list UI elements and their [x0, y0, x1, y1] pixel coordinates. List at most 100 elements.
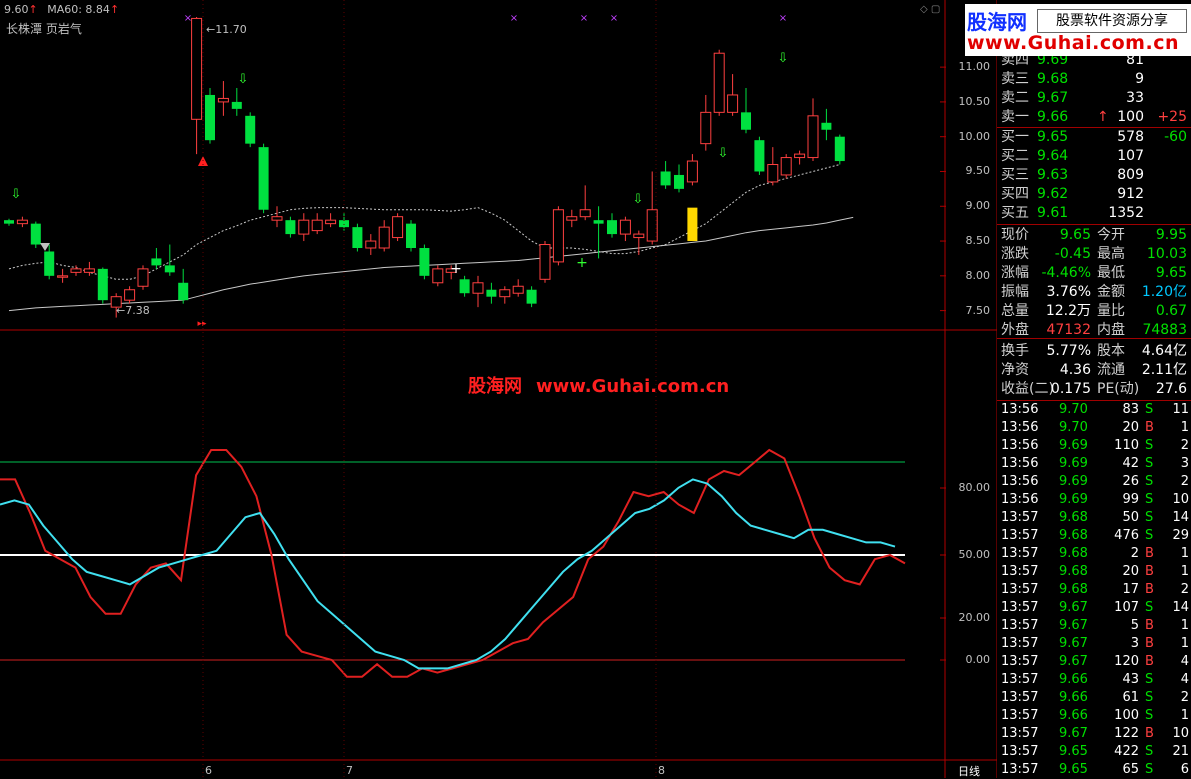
tick-row[interactable]: 13:57 9.67 107 S 14: [997, 599, 1191, 617]
candle-body: [552, 209, 564, 263]
tick-time: 13:57: [1001, 564, 1039, 579]
ask-label: 卖一: [1001, 109, 1029, 125]
tick-row[interactable]: 13:56 9.69 110 S 2: [997, 437, 1191, 455]
tick-count: 21: [1172, 744, 1189, 759]
tick-price: 9.68: [1059, 510, 1088, 525]
candle-body: [164, 265, 175, 273]
quote-row: 收益(二) 0.175 PE(动) 27.6: [997, 380, 1191, 399]
tick-row[interactable]: 13:57 9.66 43 S 4: [997, 671, 1191, 689]
tick-time: 13:57: [1001, 636, 1039, 651]
candle-body: [57, 275, 69, 278]
quote-row: 振幅 3.76% 金额 1.20亿: [997, 283, 1191, 302]
candle: [566, 209, 578, 228]
tick-row[interactable]: 13:57 9.68 50 S 14: [997, 509, 1191, 527]
watermark-url: www.Guhai.com.cn: [536, 376, 730, 397]
candle-body: [512, 285, 524, 294]
tick-row[interactable]: 13:57 9.67 120 B 4: [997, 653, 1191, 671]
candle-body: [432, 268, 444, 284]
candle: [406, 220, 416, 252]
tick-row[interactable]: 13:56 9.69 99 S 10: [997, 491, 1191, 509]
candle-body: [821, 122, 832, 130]
quote-label: 涨跌: [1001, 246, 1029, 262]
tick-time: 13:57: [1001, 762, 1039, 777]
candle: [686, 154, 698, 186]
price-legend: 9.60: [4, 3, 29, 16]
candle-body: [271, 216, 283, 221]
tick-row[interactable]: 13:56 9.70 83 S 11: [997, 401, 1191, 419]
tick-time: 13:57: [1001, 708, 1039, 723]
window-controls[interactable]: ◇ ▢: [920, 4, 940, 15]
tick-side: S: [1145, 510, 1154, 525]
tick-price: 9.67: [1059, 618, 1088, 633]
quote-label: 振幅: [1001, 284, 1029, 300]
quote-value: 9.65: [1059, 227, 1091, 243]
tick-row[interactable]: 13:57 9.68 20 B 1: [997, 563, 1191, 581]
candle: [16, 216, 28, 228]
tick-row[interactable]: 13:57 9.66 100 S 1: [997, 707, 1191, 725]
quote-value: 4.36: [1059, 362, 1091, 378]
candle: [205, 88, 215, 144]
bid-volume: 1352: [1108, 205, 1144, 221]
low-marker: ←7.38: [116, 304, 150, 317]
indicator-axis-label: 0.00: [965, 653, 991, 666]
tick-volume: 5: [1130, 618, 1139, 633]
ma60-line: [8, 216, 854, 312]
divider: [997, 338, 1191, 339]
candle-body: [807, 115, 819, 159]
tick-row[interactable]: 13:57 9.65 422 S 21: [997, 743, 1191, 761]
watermark: 股海网 www.Guhai.com.cn: [468, 372, 729, 398]
quote-value: -0.45: [1054, 246, 1091, 262]
tick-row[interactable]: 13:57 9.68 2 B 1: [997, 545, 1191, 563]
tick-volume: 476: [1114, 528, 1139, 543]
candle-body: [686, 160, 698, 183]
tick-row[interactable]: 13:57 9.68 476 S 29: [997, 527, 1191, 545]
candle: [271, 206, 283, 228]
tick-row[interactable]: 13:57 9.66 61 S 2: [997, 689, 1191, 707]
indicator-grid: [0, 461, 946, 661]
candle: [191, 17, 203, 155]
price-axis-label: 9.50: [965, 164, 991, 178]
candle: [151, 248, 162, 269]
candle-body: [365, 240, 377, 249]
quote-label: 股本: [1097, 343, 1125, 359]
bid-volume: 578: [1117, 129, 1144, 145]
low-marker-value: 7.38: [125, 304, 150, 317]
bid-volume: 809: [1117, 167, 1144, 183]
candle-body: [285, 220, 296, 235]
down-arrow-icon: ⇩: [11, 187, 22, 202]
tick-row[interactable]: 13:57 9.65 65 S 6: [997, 761, 1191, 779]
candle-body: [231, 101, 242, 109]
bid-price: 9.61: [1037, 205, 1069, 221]
bid-change: -60: [1164, 129, 1187, 145]
candle-body: [607, 220, 617, 235]
quote-row: 涨跌 -0.45 最高 10.03: [997, 245, 1191, 264]
tick-row[interactable]: 13:57 9.67 122 B 10: [997, 725, 1191, 743]
candle: [30, 221, 41, 248]
price-axis-label: 8.50: [965, 234, 991, 248]
quote-value: 3.76%: [1046, 284, 1091, 300]
tick-row[interactable]: 13:56 9.69 26 S 2: [997, 473, 1191, 491]
date-axis-label: 6: [205, 764, 212, 777]
quote-label: 收益(二): [1001, 381, 1054, 397]
bid-row: 买五 9.61 1352: [997, 204, 1191, 223]
tick-row[interactable]: 13:57 9.68 17 B 2: [997, 581, 1191, 599]
candle: [552, 206, 564, 266]
tick-row[interactable]: 13:56 9.69 42 S 3: [997, 455, 1191, 473]
tick-row[interactable]: 13:57 9.67 3 B 1: [997, 635, 1191, 653]
chart-legend: 9.60↑ MA60: 8.84↑: [4, 3, 119, 16]
tick-row[interactable]: 13:57 9.67 5 B 1: [997, 617, 1191, 635]
tick-count: 14: [1172, 600, 1189, 615]
period-label[interactable]: 日线: [958, 763, 980, 779]
tick-price: 9.65: [1059, 762, 1088, 777]
ask-price: 9.68: [1037, 71, 1069, 87]
candle-body: [70, 268, 82, 273]
candle-body: [419, 248, 430, 276]
tick-time: 13:56: [1001, 456, 1039, 471]
tick-price: 9.68: [1059, 582, 1088, 597]
tick-count: 1: [1180, 564, 1189, 579]
tick-time: 13:57: [1001, 618, 1039, 633]
candle: [432, 265, 444, 287]
candle-body: [754, 140, 765, 172]
candle-body: [834, 136, 845, 162]
tick-row[interactable]: 13:56 9.70 20 B 1: [997, 419, 1191, 437]
